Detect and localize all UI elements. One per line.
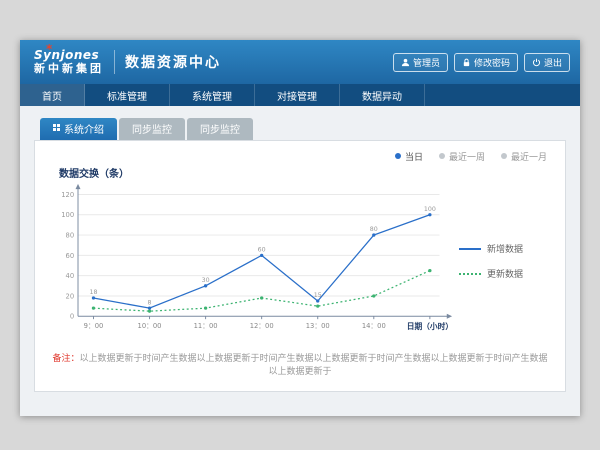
svg-text:100: 100	[61, 211, 74, 219]
svg-text:0: 0	[70, 313, 74, 321]
nav-item-system-mgmt[interactable]: 系统管理	[170, 84, 255, 106]
line-chart: 0 20 40 60 80 100 120 9：00 10：00 11：00 12：00 13：00 1…	[49, 179, 455, 343]
tab-sync-monitor-2[interactable]: 同步监控	[187, 118, 253, 140]
svg-text:80: 80	[66, 231, 75, 239]
footnote-text: 以上数据更新于时间产生数据以上数据更新于时间产生数据以上数据更新于时间产生数据以…	[80, 354, 548, 377]
nav-item-connect-mgmt[interactable]: 对接管理	[255, 84, 340, 106]
svg-text:13：00: 13：00	[306, 322, 330, 330]
green-dotted-line-icon	[459, 273, 481, 275]
content-area: 系统介绍 同步监控 同步监控 当日 最近一周	[20, 106, 580, 416]
tab-label: 同步监控	[132, 121, 172, 136]
grid-icon	[53, 123, 60, 134]
svg-text:60: 60	[258, 246, 266, 253]
svg-text:20: 20	[66, 292, 75, 300]
legend-label: 新增数据	[487, 242, 523, 255]
nav-item-home[interactable]: 首页	[20, 84, 85, 106]
logo: * Synjones 新中新集团	[34, 49, 104, 74]
svg-text:9：00: 9：00	[84, 322, 104, 330]
tab-system-intro[interactable]: 系统介绍	[40, 118, 117, 140]
filter-label: 最近一月	[511, 150, 547, 163]
header-divider	[114, 50, 115, 74]
app-window: * Synjones 新中新集团 数据资源中心 管理员 修改密码	[20, 40, 580, 416]
svg-text:14：00: 14：00	[362, 322, 386, 330]
svg-text:100: 100	[424, 206, 436, 213]
svg-text:11：00: 11：00	[194, 322, 218, 330]
lock-icon	[462, 58, 471, 67]
main-nav: 首页 标准管理 系统管理 对接管理 数据异动	[20, 84, 580, 106]
filter-dot-icon	[501, 153, 507, 159]
svg-text:日期（小时）: 日期（小时）	[407, 321, 453, 331]
nav-item-data-change[interactable]: 数据异动	[340, 84, 425, 106]
logo-company: 新中新集团	[34, 63, 104, 75]
y-axis-title: 数据交换（条）	[59, 165, 551, 179]
filter-dot-icon	[439, 153, 445, 159]
filter-dot-icon	[395, 153, 401, 159]
svg-text:18: 18	[89, 289, 97, 296]
svg-text:15: 15	[314, 292, 322, 299]
filter-label: 最近一周	[449, 150, 485, 163]
tab-label: 同步监控	[200, 121, 240, 136]
tab-label: 系统介绍	[64, 121, 104, 136]
header-actions: 管理员 修改密码 退出	[393, 40, 570, 84]
app-header: * Synjones 新中新集团 数据资源中心 管理员 修改密码	[20, 40, 580, 84]
svg-text:8: 8	[148, 299, 152, 306]
footnote: 备注：以上数据更新于时间产生数据以上数据更新于时间产生数据以上数据更新于时间产生…	[49, 353, 551, 378]
svg-text:12：00: 12：00	[250, 322, 274, 330]
page-title: 数据资源中心	[125, 52, 221, 72]
admin-button[interactable]: 管理员	[393, 53, 448, 72]
user-icon	[401, 58, 410, 67]
chart-card: 当日 最近一周 最近一月 数据交换（条） 0 20 40 60 80 100 120 9：00…	[34, 140, 566, 392]
svg-text:80: 80	[370, 226, 378, 233]
change-password-button[interactable]: 修改密码	[454, 53, 518, 72]
tab-sync-monitor-1[interactable]: 同步监控	[119, 118, 185, 140]
svg-text:120: 120	[61, 191, 74, 199]
svg-text:10：00: 10：00	[138, 322, 162, 330]
logout-button[interactable]: 退出	[524, 53, 570, 72]
filter-last-month[interactable]: 最近一月	[501, 150, 547, 163]
svg-text:30: 30	[202, 277, 210, 284]
svg-text:40: 40	[66, 272, 75, 280]
logo-star-icon: *	[46, 43, 52, 56]
logout-icon	[532, 58, 541, 67]
filter-today[interactable]: 当日	[395, 150, 423, 163]
logout-button-label: 退出	[544, 56, 562, 69]
filter-label: 当日	[405, 150, 423, 163]
time-filter-group: 当日 最近一周 最近一月	[49, 149, 551, 163]
nav-item-standard-mgmt[interactable]: 标准管理	[85, 84, 170, 106]
admin-button-label: 管理员	[413, 56, 440, 69]
legend-label: 更新数据	[487, 267, 523, 280]
svg-text:60: 60	[66, 252, 75, 260]
tab-bar: 系统介绍 同步监控 同步监控	[34, 118, 566, 140]
logo-brand: Synjones	[34, 49, 104, 62]
footnote-label: 备注：	[52, 354, 79, 364]
series-legend: 新增数据 更新数据	[455, 242, 551, 280]
blue-line-icon	[459, 248, 481, 250]
legend-item-updated-data[interactable]: 更新数据	[459, 267, 551, 280]
chart-row: 0 20 40 60 80 100 120 9：00 10：00 11：00 12：00 13：00 1…	[49, 179, 551, 343]
filter-last-week[interactable]: 最近一周	[439, 150, 485, 163]
legend-item-new-data[interactable]: 新增数据	[459, 242, 551, 255]
change-password-button-label: 修改密码	[474, 56, 510, 69]
